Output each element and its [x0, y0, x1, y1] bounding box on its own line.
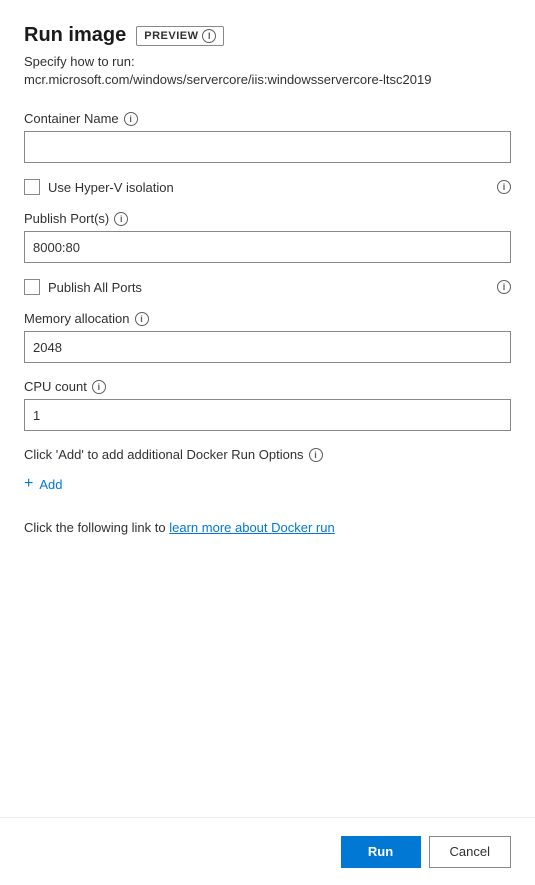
container-name-info-icon[interactable]: i: [124, 112, 138, 126]
add-section: Click 'Add' to add additional Docker Run…: [24, 447, 511, 496]
footer: Run Cancel: [0, 817, 535, 885]
cpu-count-label: CPU count i: [24, 379, 511, 394]
publish-ports-label: Publish Port(s) i: [24, 211, 511, 226]
memory-allocation-group: Memory allocation i: [24, 311, 511, 363]
subtitle: Specify how to run:mcr.microsoft.com/win…: [24, 53, 511, 89]
publish-ports-info-icon[interactable]: i: [114, 212, 128, 226]
container-name-input[interactable]: [24, 131, 511, 163]
add-button-label: Add: [39, 477, 62, 492]
memory-allocation-input[interactable]: [24, 331, 511, 363]
add-hint: Click 'Add' to add additional Docker Run…: [24, 447, 511, 462]
add-button[interactable]: + Add: [24, 472, 62, 496]
run-button[interactable]: Run: [341, 836, 421, 868]
publish-all-ports-label: Publish All Ports: [48, 280, 142, 295]
cancel-button[interactable]: Cancel: [429, 836, 511, 868]
container-name-group: Container Name i: [24, 111, 511, 163]
container-name-label: Container Name i: [24, 111, 511, 126]
cpu-count-group: CPU count i: [24, 379, 511, 431]
publish-all-ports-row: Publish All Ports i: [24, 279, 511, 295]
hyper-v-info-icon[interactable]: i: [497, 180, 511, 194]
add-plus-icon: +: [24, 476, 33, 492]
hyper-v-row: Use Hyper-V isolation i: [24, 179, 511, 195]
page-title: Run image: [24, 24, 126, 47]
publish-ports-input[interactable]: [24, 231, 511, 263]
publish-ports-group: Publish Port(s) i: [24, 211, 511, 263]
hyper-v-label: Use Hyper-V isolation: [48, 180, 174, 195]
publish-all-ports-checkbox[interactable]: [24, 279, 40, 295]
publish-all-ports-info-icon[interactable]: i: [497, 280, 511, 294]
hyper-v-checkbox[interactable]: [24, 179, 40, 195]
learn-more-prefix: Click the following link to: [24, 520, 169, 535]
learn-more-link[interactable]: learn more about Docker run: [169, 520, 334, 535]
preview-badge: PREVIEW i: [136, 26, 224, 46]
memory-allocation-label: Memory allocation i: [24, 311, 511, 326]
learn-more-section: Click the following link to learn more a…: [24, 520, 511, 535]
cpu-count-info-icon[interactable]: i: [92, 380, 106, 394]
cpu-count-input[interactable]: [24, 399, 511, 431]
memory-allocation-info-icon[interactable]: i: [135, 312, 149, 326]
add-hint-info-icon[interactable]: i: [309, 448, 323, 462]
preview-info-icon[interactable]: i: [202, 29, 216, 43]
